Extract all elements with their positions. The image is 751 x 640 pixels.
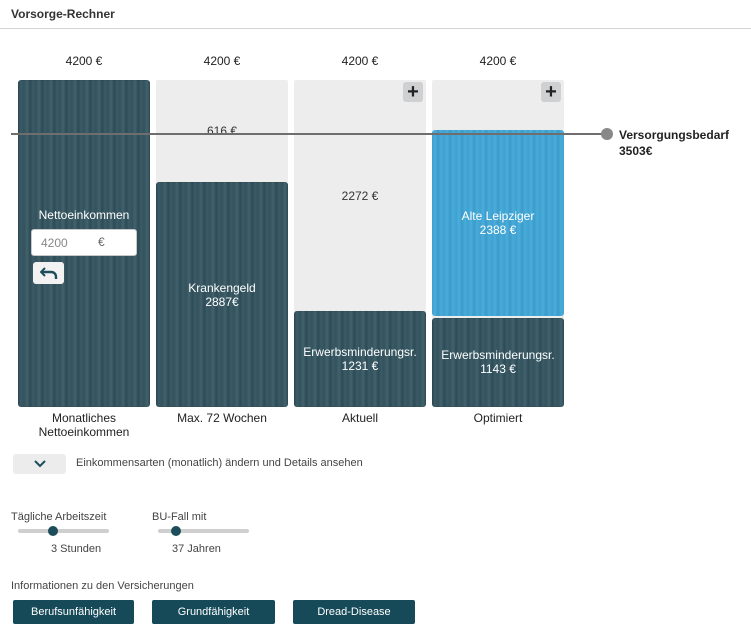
slider-handle-bu-fall[interactable] [171,526,182,536]
column-total: 4200 € [65,54,103,68]
column-total: 4200 € [479,54,517,68]
berufsunfaehigkeit-button[interactable]: Berufsunfähigkeit [13,600,134,624]
versorgungsbedarf-label: Versorgungsbedarf 3503€ [619,127,729,159]
versorgungsbedarf-line [11,133,607,136]
netto-income-input[interactable] [39,235,99,251]
netto-label: Nettoeinkommen [38,208,130,222]
plus-icon: + [545,81,557,103]
slider-track-arbeitszeit[interactable] [18,529,109,533]
column-caption: Monatliches Nettoeinkommen [18,411,150,439]
need-value: 3503€ [619,144,653,159]
slider-value-arbeitszeit: 3 Stunden [51,543,102,555]
bar-erwerbsminderung: Erwerbsminderungsr. 1143 € [432,318,564,407]
need-label: Versorgungsbedarf [619,128,730,143]
gap-label: 2272 € [341,188,379,203]
info-label: Informationen zu den Versicherungen [11,580,194,592]
grundfaehigkeit-button[interactable]: Grundfähigkeit [152,600,275,624]
bar-krankengeld: Krankengeld 2887€ [156,182,288,407]
bar-alte-leipziger: Alte Leipziger 2388 € [432,130,564,316]
details-toggle-button[interactable] [13,454,66,474]
segment-name: Alte Leipziger [461,209,535,224]
slider-label-arbeitszeit: Tägliche Arbeitszeit [11,511,107,523]
segment-value: 1231 € [341,359,379,374]
column-caption: Aktuell [341,411,379,425]
chevron-down-icon [33,460,46,468]
page-title: Vorsorge-Rechner [11,7,115,21]
plus-icon: + [407,81,419,103]
segment-value: 2388 € [479,223,517,238]
segment-name: Erwerbsminderungsr. [441,348,555,363]
caption-line: Nettoeinkommen [38,425,130,439]
currency-label: € [98,235,105,249]
details-toggle-text: Einkommensarten (monatlich) ändern und D… [76,457,363,469]
segment-value: 2887€ [205,294,239,309]
add-insurance-button[interactable]: + [541,82,561,102]
bar-erwerbsminderung: Erwerbsminderungsr. 1231 € [294,311,426,407]
slider-label-bu-fall: BU-Fall mit [152,511,207,523]
undo-button[interactable] [33,262,64,284]
gap-label: 616 € [206,124,238,139]
segment-name: Erwerbsminderungsr. [303,345,417,360]
caption-line: Monatliches [51,411,117,425]
slider-handle-arbeitszeit[interactable] [47,526,58,536]
netto-income-field[interactable]: € [31,229,137,256]
segment-name: Krankengeld [188,280,256,295]
column-total: 4200 € [203,54,241,68]
slider-value-bu-fall: 37 Jahren [172,543,221,555]
versorgungsbedarf-marker [601,128,613,141]
column-caption: Max. 72 Wochen [177,411,267,425]
add-insurance-button[interactable]: + [403,82,423,102]
segment-value: 1143 € [480,362,516,377]
dread-disease-button[interactable]: Dread-Disease [293,600,415,624]
column-caption: Optimiert [473,411,523,425]
title-divider [0,28,751,29]
column-total: 4200 € [341,54,379,68]
undo-icon [39,267,57,279]
